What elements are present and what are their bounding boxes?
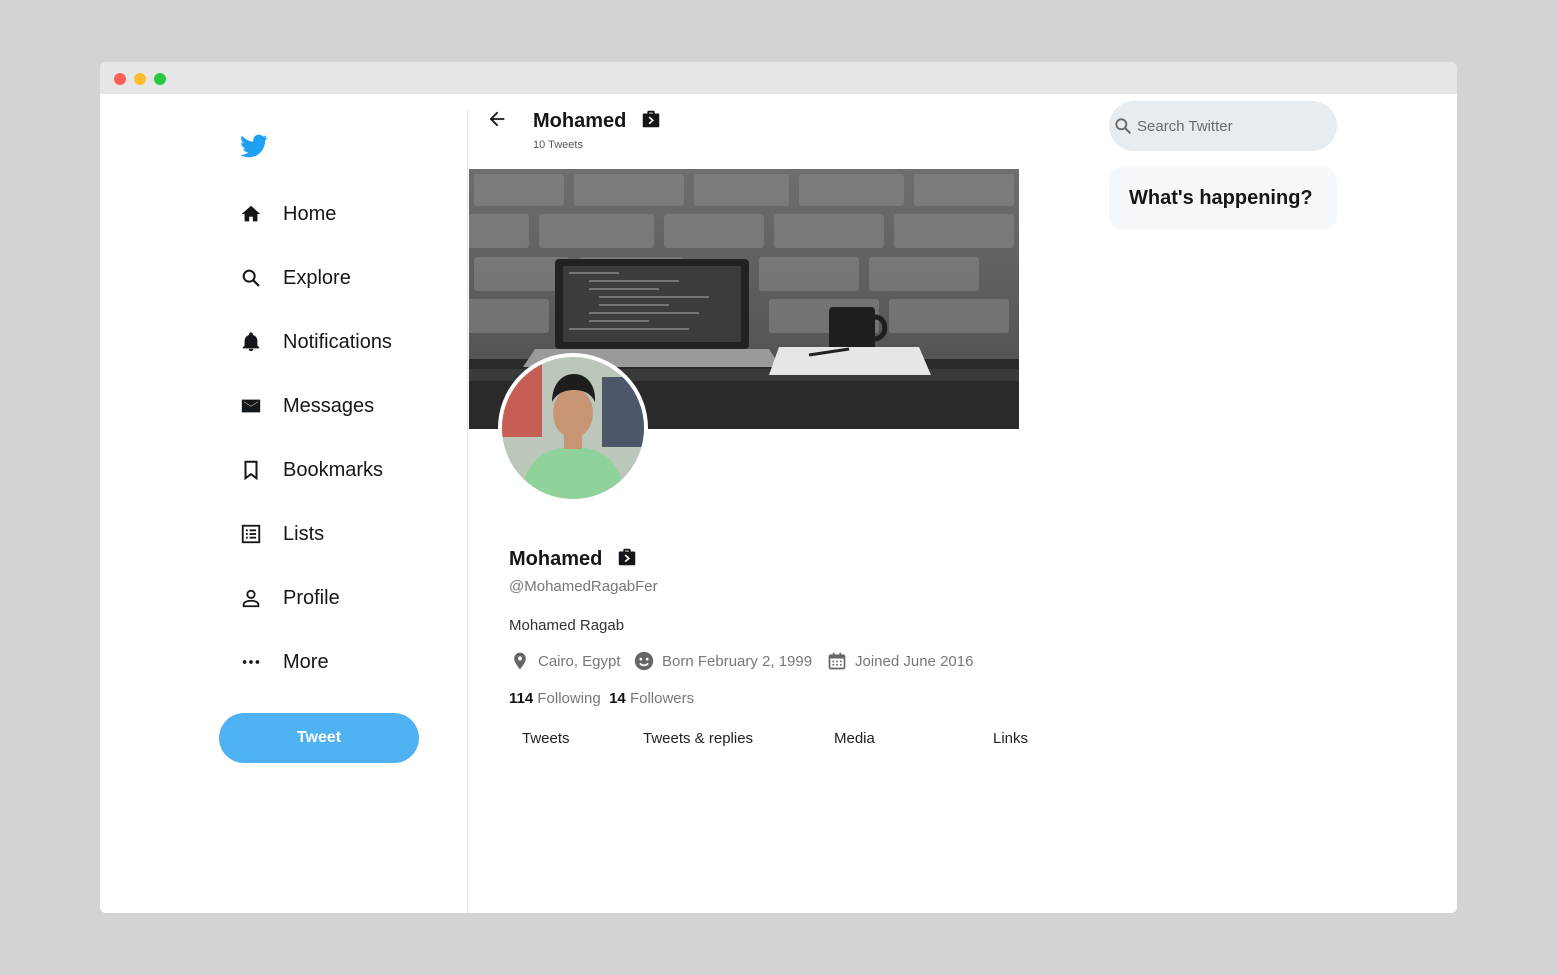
profile-birthday: Born February 2, 1999 bbox=[633, 648, 812, 674]
birthday-text: Born February 2, 1999 bbox=[662, 652, 813, 670]
column-divider bbox=[467, 110, 468, 913]
joined-text: Joined June 2016 bbox=[855, 652, 974, 670]
window-titlebar bbox=[100, 62, 1457, 94]
avatar[interactable] bbox=[498, 353, 648, 503]
sidebar-item-label: Bookmarks bbox=[283, 458, 384, 481]
page-title: Mohamed bbox=[533, 110, 627, 132]
profile-handle: @MohamedRagabFer bbox=[509, 578, 658, 595]
minimize-window-button[interactable] bbox=[134, 73, 146, 85]
search-box[interactable] bbox=[1109, 101, 1337, 151]
home-icon bbox=[238, 201, 264, 227]
profile-joined: Joined June 2016 bbox=[826, 648, 973, 674]
following-link[interactable]: 114 Following bbox=[509, 690, 601, 707]
following-label: Following bbox=[537, 690, 601, 707]
person-icon bbox=[238, 585, 264, 611]
sidebar-item-label: Profile bbox=[283, 586, 340, 609]
bookmark-icon bbox=[238, 457, 264, 483]
twitter-logo-icon[interactable] bbox=[238, 132, 270, 160]
sidebar-item-label: Explore bbox=[283, 266, 351, 289]
sidebar-item-bookmarks[interactable]: Bookmarks bbox=[238, 450, 383, 490]
sidebar-item-explore[interactable]: Explore bbox=[238, 258, 351, 298]
tab-tweets[interactable]: Tweets bbox=[522, 730, 570, 747]
list-icon bbox=[238, 521, 264, 547]
tab-tweets-replies[interactable]: Tweets & replies bbox=[643, 730, 753, 747]
follow-stats: 114 Following 14 Followers bbox=[509, 690, 694, 707]
sidebar-item-notifications[interactable]: Notifications bbox=[238, 322, 392, 362]
maximize-window-button[interactable] bbox=[154, 73, 166, 85]
envelope-icon bbox=[238, 393, 264, 419]
briefcase-badge-icon bbox=[618, 548, 636, 566]
followers-label: Followers bbox=[629, 690, 695, 707]
more-dots-icon bbox=[238, 649, 264, 675]
sidebar-item-label: More bbox=[283, 650, 329, 673]
profile-bio: Mohamed Ragab bbox=[509, 617, 625, 634]
sidebar-item-label: Home bbox=[283, 202, 337, 225]
calendar-icon bbox=[826, 650, 848, 672]
search-icon bbox=[1115, 118, 1131, 134]
location-text: Cairo, Egypt bbox=[538, 652, 621, 670]
briefcase-badge-icon bbox=[642, 110, 660, 128]
following-count: 114 bbox=[509, 690, 534, 707]
sidebar-item-profile[interactable]: Profile bbox=[238, 578, 340, 618]
profile-name: Mohamed bbox=[509, 548, 603, 570]
sidebar-item-label: Messages bbox=[283, 394, 375, 417]
sidebar-item-more[interactable]: More bbox=[238, 642, 329, 682]
whats-happening-title: What's happening? bbox=[1129, 187, 1313, 209]
sidebar-item-label: Notifications bbox=[283, 330, 392, 353]
tab-links[interactable]: Links bbox=[993, 730, 1028, 747]
profile-location: Cairo, Egypt bbox=[509, 648, 621, 674]
sidebar-item-label: Lists bbox=[283, 522, 325, 545]
smiley-icon bbox=[633, 650, 655, 672]
tweet-button[interactable]: Tweet bbox=[219, 713, 419, 763]
location-pin-icon bbox=[509, 650, 531, 672]
sidebar-item-messages[interactable]: Messages bbox=[238, 386, 374, 426]
browser-window: Home Explore Notifications Messages Book… bbox=[100, 62, 1457, 913]
search-input[interactable] bbox=[1137, 117, 1327, 135]
sidebar-item-home[interactable]: Home bbox=[238, 194, 336, 234]
back-arrow-icon[interactable] bbox=[486, 108, 508, 130]
followers-count: 14 bbox=[609, 690, 626, 707]
sidebar-item-lists[interactable]: Lists bbox=[238, 514, 324, 554]
bell-icon bbox=[238, 329, 264, 355]
search-icon bbox=[238, 265, 264, 291]
followers-link[interactable]: 14 Followers bbox=[609, 690, 694, 707]
close-window-button[interactable] bbox=[114, 73, 126, 85]
whats-happening-panel: What's happening? bbox=[1109, 167, 1337, 230]
tweet-count: 10 Tweets bbox=[533, 139, 583, 151]
tab-media[interactable]: Media bbox=[834, 730, 875, 747]
